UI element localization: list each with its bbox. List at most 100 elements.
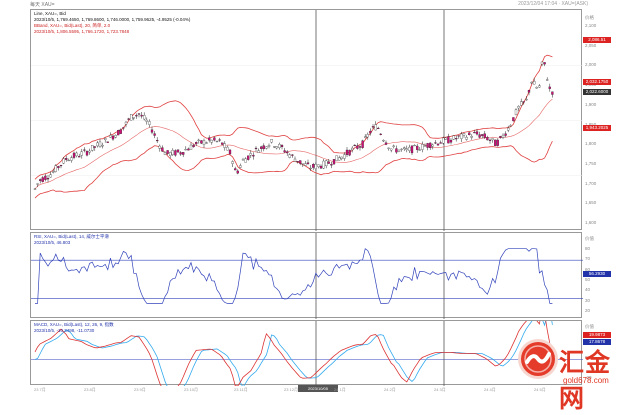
candle-body — [348, 149, 351, 156]
logo-coin-icon — [521, 342, 555, 376]
candle-body — [57, 166, 60, 169]
candle-body — [551, 91, 554, 95]
candle-body — [304, 163, 307, 166]
candle-body — [106, 141, 109, 143]
candle-body — [145, 119, 148, 122]
rsi-panel[interactable]: RSI, XAU=, Bid(Last), 14, 威尔士平滑 2023/10/… — [30, 232, 583, 319]
price-tick-label: 1,600 — [585, 220, 597, 225]
candle-body — [449, 139, 453, 143]
candle-body — [254, 147, 258, 150]
macd-value-tag: 19.9873 — [583, 332, 611, 338]
candle-body — [338, 157, 341, 161]
candle-body — [361, 140, 364, 148]
candle-body — [369, 130, 372, 134]
macd-line — [34, 321, 553, 386]
candle-body — [452, 135, 455, 140]
candle-body — [236, 170, 239, 174]
candle-body — [33, 188, 37, 190]
candle-body — [67, 159, 70, 162]
candle-body — [486, 137, 489, 141]
candle-body — [124, 121, 128, 125]
candle-body — [431, 144, 434, 147]
candle-body — [470, 136, 473, 138]
candle-body — [223, 143, 226, 148]
date-label: 23 9月 — [134, 387, 146, 392]
candle-body — [98, 141, 102, 148]
rsi-info-line-2: 2023/10/5, 46.803 — [34, 240, 71, 245]
candle-body — [293, 158, 297, 162]
price-tick-label: 1,800 — [585, 141, 597, 147]
candle-body — [262, 145, 265, 150]
candle-body — [395, 148, 398, 153]
rsi-chart-svg[interactable] — [31, 233, 583, 319]
candle-body — [169, 152, 172, 156]
candle-body — [356, 145, 359, 149]
candle-body — [423, 145, 427, 147]
candle-body — [478, 134, 481, 138]
candle-body — [137, 113, 141, 115]
window-title: 每天 XAU= — [30, 2, 55, 8]
candle-body — [215, 140, 219, 143]
candle-body — [317, 164, 320, 168]
candle-body — [41, 177, 44, 182]
candle-body — [291, 154, 294, 156]
candle-body — [189, 144, 193, 150]
price-value-tag: 2,022.6000 — [583, 89, 611, 95]
candle-body — [522, 101, 525, 103]
candle-body — [410, 145, 414, 154]
candle-body — [270, 139, 273, 143]
candle-body — [59, 164, 63, 167]
candle-body — [200, 140, 203, 144]
candle-body — [104, 138, 107, 141]
macd-chart-svg[interactable] — [31, 321, 583, 386]
candle-body — [434, 142, 437, 144]
candle-body — [345, 149, 349, 155]
candle-body — [525, 99, 528, 101]
candle-body — [119, 129, 122, 134]
candle-body — [249, 153, 252, 156]
candle-body — [514, 109, 518, 115]
candle-body — [140, 114, 143, 117]
candle-body — [322, 160, 325, 169]
candle-body — [210, 139, 213, 143]
cursor-date-tag: 2023/10/05 — [298, 385, 338, 392]
price-chart-panel[interactable]: Line, XAU=, Bid 2023/10/5, 1,769.4650, 1… — [30, 9, 583, 231]
price-tick-label: 2,050 — [585, 42, 597, 48]
candle-body — [46, 178, 50, 180]
candle-body — [382, 140, 385, 142]
price-value-tag: 2,032.1750 — [583, 79, 611, 85]
candle-body — [400, 148, 403, 150]
candle-body — [473, 132, 476, 134]
candle-body — [314, 163, 317, 169]
candle-body — [257, 150, 260, 153]
candle-body — [335, 155, 338, 161]
candle-body — [218, 139, 221, 141]
candle-body — [306, 162, 310, 165]
candle-body — [481, 134, 484, 136]
candle-body — [278, 143, 281, 149]
rsi-tick-label: 40 — [585, 287, 591, 293]
macd-axis-label: 价值 — [585, 324, 594, 329]
macd-panel[interactable]: MACD, XAU=, Bid(Last), 12, 26, 9, 指数 202… — [30, 320, 583, 386]
candle-body — [442, 137, 445, 144]
price-tick-label: 1,650 — [585, 200, 597, 206]
rsi-tick-label: 50 — [585, 277, 591, 282]
candle-body — [182, 152, 185, 155]
candle-body — [364, 136, 367, 138]
candle-body — [226, 146, 229, 151]
price-chart-svg[interactable] — [31, 10, 583, 231]
candle-body — [358, 146, 362, 148]
candle-body — [299, 160, 302, 164]
candle-body — [496, 139, 499, 146]
candle-body — [239, 165, 242, 168]
candle-body — [135, 115, 138, 117]
candle-body — [351, 147, 354, 151]
candle-body — [265, 146, 268, 149]
candle-body — [252, 154, 255, 157]
candle-body — [49, 174, 52, 178]
candle-body — [504, 133, 507, 136]
candle-body — [520, 101, 523, 106]
candle-body — [416, 145, 419, 150]
candle-body — [455, 138, 458, 140]
candle-body — [379, 133, 382, 135]
